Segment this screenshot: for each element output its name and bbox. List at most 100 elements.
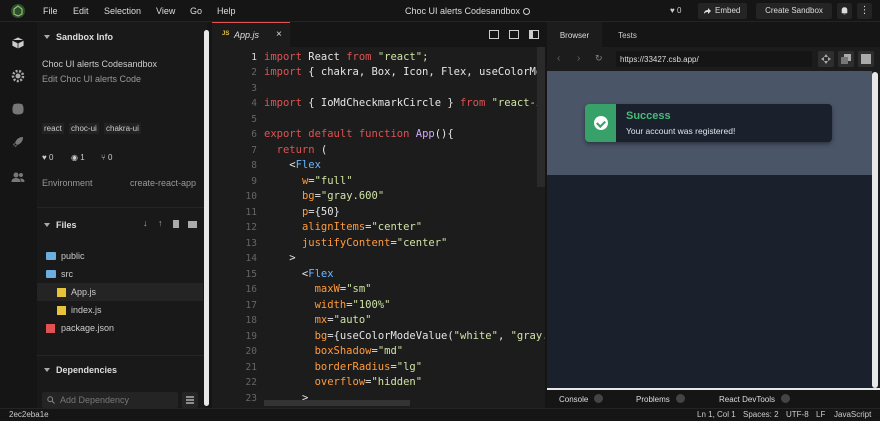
tag-choc-ui[interactable]: choc-ui xyxy=(69,123,99,134)
jsx-attr: boxShadow xyxy=(314,345,372,357)
keyword: export xyxy=(264,128,302,140)
chevron-down-icon xyxy=(44,35,50,39)
code-line: maxW="sm" xyxy=(314,283,372,295)
close-icon[interactable] xyxy=(594,394,604,403)
code-line: overflow="hidden" xyxy=(314,376,423,388)
split-view-icon[interactable] xyxy=(489,30,499,39)
globe-icon xyxy=(523,8,531,15)
new-window-button[interactable] xyxy=(838,51,854,67)
menu-view[interactable]: View xyxy=(156,6,175,16)
string: "hidden" xyxy=(371,376,423,388)
new-file-icon[interactable] xyxy=(173,220,179,228)
sidebar-scrollbar[interactable] xyxy=(204,30,209,406)
menu-edit[interactable]: Edit xyxy=(73,6,89,16)
indent-spaces[interactable]: Spaces: 2 xyxy=(743,410,779,419)
heart-icon: ♥ xyxy=(42,153,47,162)
close-icon[interactable] xyxy=(675,394,685,403)
menu-selection[interactable]: Selection xyxy=(104,6,141,16)
code-text: ( xyxy=(314,144,328,156)
url-input[interactable]: https://33427.csb.app/ xyxy=(616,51,812,67)
file-row-public[interactable]: public xyxy=(37,247,203,265)
editor-horizontal-scrollbar[interactable] xyxy=(264,400,410,406)
github-icon[interactable] xyxy=(11,102,25,116)
embed-button[interactable]: Embed xyxy=(698,3,747,19)
more-menu-button[interactable]: ⋮ xyxy=(857,3,872,19)
close-icon[interactable] xyxy=(781,394,791,403)
commit-hash[interactable]: 2ec2eba1e xyxy=(9,410,49,419)
code-line: bg={useColorModeValue("white", "gray.8 xyxy=(264,330,545,342)
line-number: 7 xyxy=(251,145,257,156)
gear-icon[interactable] xyxy=(11,69,25,83)
sidebar: Sandbox Info Choc UI alerts Codesandbox … xyxy=(37,22,207,408)
file-name-index-js: index.js xyxy=(71,305,102,315)
files-title: Files xyxy=(56,220,77,230)
arrow-down-icon[interactable]: ↓ xyxy=(143,218,148,228)
refresh-icon[interactable]: ↻ xyxy=(595,53,603,64)
line-number: 6 xyxy=(251,129,257,140)
tab-problems[interactable]: Problems xyxy=(636,394,685,404)
environment-value[interactable]: create-react-app xyxy=(130,178,196,188)
menu-help[interactable]: Help xyxy=(217,6,236,16)
users-icon[interactable] xyxy=(11,170,25,184)
keyword: import xyxy=(264,51,302,63)
string: "react"; xyxy=(371,51,429,63)
file-encoding[interactable]: UTF-8 xyxy=(786,410,809,419)
file-row-app-js[interactable]: App.js xyxy=(37,283,203,301)
language-mode[interactable]: JavaScript xyxy=(834,410,871,419)
jsx-attr: maxW xyxy=(314,283,340,295)
sandbox-info-header[interactable]: Sandbox Info xyxy=(44,32,113,42)
rocket-icon[interactable] xyxy=(11,135,25,149)
line-number: 9 xyxy=(251,176,257,187)
line-ending[interactable]: LF xyxy=(816,410,825,419)
file-row-index-js[interactable]: index.js xyxy=(37,301,203,319)
editor-vertical-scrollbar[interactable] xyxy=(537,47,545,187)
new-folder-icon[interactable] xyxy=(188,221,197,228)
dependency-list-button[interactable] xyxy=(182,392,198,408)
tab-console[interactable]: Console xyxy=(559,394,604,404)
alert-icon-area xyxy=(585,104,616,142)
sandbox-title[interactable]: Choc UI alerts Codesandbox xyxy=(42,59,157,69)
string: "md" xyxy=(377,345,404,357)
menu-file[interactable]: File xyxy=(43,6,58,16)
tab-react-devtools[interactable]: React DevTools xyxy=(719,394,791,404)
line-number: 10 xyxy=(245,191,257,202)
like-counter[interactable]: ♥ 0 xyxy=(670,6,681,15)
cursor-position[interactable]: Ln 1, Col 1 xyxy=(697,410,736,419)
layout-toggle-icon[interactable] xyxy=(529,30,539,39)
success-alert: Success Your account was registered! xyxy=(585,104,832,142)
file-row-package-json[interactable]: package.json xyxy=(37,319,203,337)
tab-tests[interactable]: Tests xyxy=(605,22,650,47)
string: "center" xyxy=(396,237,448,249)
tab-browser[interactable]: Browser xyxy=(547,22,602,47)
line-number: 4 xyxy=(251,98,257,109)
browser-scrollbar[interactable] xyxy=(872,72,878,388)
open-external-button[interactable] xyxy=(818,51,834,67)
sandbox-info-title: Sandbox Info xyxy=(56,32,113,42)
codesandbox-logo-icon[interactable] xyxy=(10,3,26,19)
tab-app-js[interactable]: JS App.js × xyxy=(212,22,290,47)
back-icon[interactable]: ‹ xyxy=(557,53,560,64)
arrow-up-icon[interactable]: ↑ xyxy=(158,218,163,228)
code-area[interactable]: import React from "react"; import { chak… xyxy=(264,47,545,407)
keyword: function xyxy=(352,128,410,140)
layout-button[interactable] xyxy=(858,51,874,67)
file-row-src[interactable]: src xyxy=(37,265,203,283)
alert-title: Success xyxy=(626,110,671,122)
preview-toggle-icon[interactable] xyxy=(509,30,519,39)
files-header[interactable]: Files xyxy=(44,220,77,230)
notifications-button[interactable] xyxy=(837,3,852,19)
add-dependency-input[interactable]: Add Dependency xyxy=(42,392,178,408)
cube-icon[interactable] xyxy=(11,36,25,50)
string: "100%" xyxy=(352,299,391,311)
line-number: 13 xyxy=(245,238,257,249)
create-sandbox-button[interactable]: Create Sandbox xyxy=(756,3,832,19)
menu-go[interactable]: Go xyxy=(190,6,202,16)
alert-message: Your account was registered! xyxy=(626,126,736,136)
tag-chakra-ui[interactable]: chakra-ui xyxy=(104,123,141,134)
forward-icon[interactable]: › xyxy=(577,53,580,64)
sandbox-description[interactable]: Edit Choc UI alerts Code xyxy=(42,74,141,84)
close-icon[interactable]: × xyxy=(276,29,282,40)
tag-react[interactable]: react xyxy=(42,123,64,134)
dependencies-header[interactable]: Dependencies xyxy=(44,365,117,375)
line-number: 23 xyxy=(245,393,257,404)
